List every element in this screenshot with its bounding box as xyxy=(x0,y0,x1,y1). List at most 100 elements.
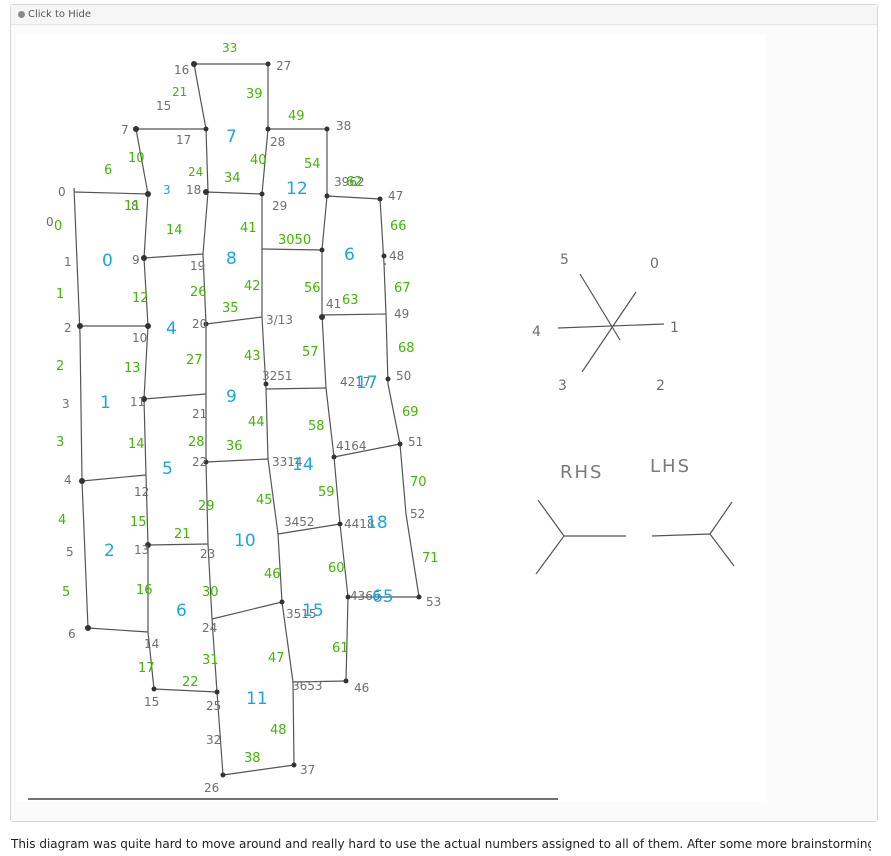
blue-label: 6 xyxy=(176,601,187,621)
gray-label: 26 xyxy=(204,781,219,795)
gray-label: 50 xyxy=(396,369,411,383)
gray-label: 0 xyxy=(46,215,54,229)
blue-label: 0 xyxy=(102,251,113,271)
green-label: 14 xyxy=(128,437,145,452)
grid-node xyxy=(79,478,85,484)
green-label: 45 xyxy=(256,493,273,508)
green-label: 11 xyxy=(124,199,141,214)
gray-label: 21 xyxy=(172,85,187,99)
gray-label: 47 xyxy=(388,189,403,203)
gray-label: 1 xyxy=(64,255,72,269)
green-label: 14 xyxy=(166,223,183,238)
gray-label: 24 xyxy=(202,621,217,635)
grid-node xyxy=(265,126,271,132)
grid-node xyxy=(214,689,220,695)
gray-label: 28 xyxy=(270,135,285,149)
direction-label: 1 xyxy=(670,320,679,336)
side-symbols xyxy=(535,499,735,575)
gray-label: 4164 xyxy=(336,439,367,453)
green-label: 54 xyxy=(304,157,321,172)
green-label: 44 xyxy=(248,415,265,430)
grid-node xyxy=(141,255,147,261)
grid-node xyxy=(259,191,265,197)
green-label: 36 xyxy=(226,439,243,454)
gray-label: 19 xyxy=(190,259,205,273)
grid-node xyxy=(337,521,343,527)
green-label: 58 xyxy=(308,419,325,434)
blue-label: 2 xyxy=(104,541,115,561)
gray-label: 52 xyxy=(410,507,425,521)
lhs-symbol xyxy=(651,501,735,567)
gray-label: 6 xyxy=(68,627,76,641)
gray-label: 22 xyxy=(192,455,207,469)
rhs-symbol xyxy=(535,499,626,575)
grid-col-1 xyxy=(73,187,89,629)
bullet-icon xyxy=(18,11,25,18)
green-label: 2 xyxy=(56,359,64,374)
gray-label: 18 xyxy=(186,183,201,197)
grid-node xyxy=(377,196,383,202)
lhs-label: LHS xyxy=(650,456,691,477)
green-label: 10 xyxy=(128,151,145,166)
green-label: 71 xyxy=(422,551,439,566)
blue-label: 5 xyxy=(162,459,173,479)
blue-label: 1 xyxy=(100,393,111,413)
gray-label: 13 xyxy=(134,543,149,557)
direction-label: 5 xyxy=(560,252,569,268)
green-label: 39 xyxy=(246,87,263,102)
green-label: 5 xyxy=(62,585,70,600)
green-label: 42 xyxy=(244,279,261,294)
grid-node xyxy=(319,314,325,320)
diagram-svg: 16 33 27 15 21 17 7 28 38 0 8 3 18 24 29… xyxy=(28,41,735,800)
hex-direction-line xyxy=(557,273,665,373)
side-labels: RHS LHS xyxy=(560,456,691,483)
gray-label: 33 xyxy=(222,41,237,55)
grid-node xyxy=(324,193,330,199)
direction-label: 3 xyxy=(558,378,567,394)
gray-label: 3251 xyxy=(262,369,293,383)
blue-label: 6 xyxy=(344,245,355,265)
green-label: 17 xyxy=(138,661,155,676)
gray-label: 3 xyxy=(62,397,70,411)
gray-label: 17 xyxy=(176,133,191,147)
gray-label: 24 xyxy=(188,165,203,179)
grid-col-5 xyxy=(321,129,349,682)
green-label: 63 xyxy=(342,293,359,308)
gray-label: 3452 xyxy=(284,515,315,529)
green-label: 70 xyxy=(410,475,427,490)
rhs-label: RHS xyxy=(560,462,603,483)
grid-lines xyxy=(73,63,420,776)
gray-label: 20 xyxy=(192,317,207,331)
blue-label: 65 xyxy=(372,587,394,607)
grid-node xyxy=(145,191,151,197)
grid-node xyxy=(324,126,330,132)
green-label: 47 xyxy=(268,651,285,666)
grid-node xyxy=(416,594,422,600)
grid-node xyxy=(265,61,271,67)
blue-label: 18 xyxy=(366,513,388,533)
grid-node xyxy=(385,376,391,382)
green-label: 43 xyxy=(244,349,261,364)
green-label: 15 xyxy=(130,515,147,530)
hex-direction-star xyxy=(557,273,665,373)
gray-label: 41 xyxy=(326,297,341,311)
grid-node xyxy=(85,625,91,631)
direction-label: 4 xyxy=(532,324,541,340)
click-to-hide-label[interactable]: Click to Hide xyxy=(28,9,91,20)
gray-label: 23 xyxy=(200,547,215,561)
grid-node xyxy=(203,189,209,195)
blue-label: 9 xyxy=(226,387,237,407)
green-label: 41 xyxy=(240,221,257,236)
grid-node xyxy=(397,441,403,447)
green-label: 38 xyxy=(244,751,261,766)
green-label: 1 xyxy=(56,287,64,302)
grid-node xyxy=(279,599,285,605)
spoiler-toggle[interactable]: Click to Hide xyxy=(11,5,877,25)
gray-number-labels: 16 33 27 15 21 17 7 28 38 0 8 3 18 24 29… xyxy=(46,41,441,795)
direction-label: 0 xyxy=(650,256,659,272)
blue-label: 4 xyxy=(166,319,177,339)
green-label: 6 xyxy=(104,163,112,178)
grid-node xyxy=(203,126,209,132)
grid-node xyxy=(319,247,325,253)
grid-node xyxy=(343,678,349,684)
